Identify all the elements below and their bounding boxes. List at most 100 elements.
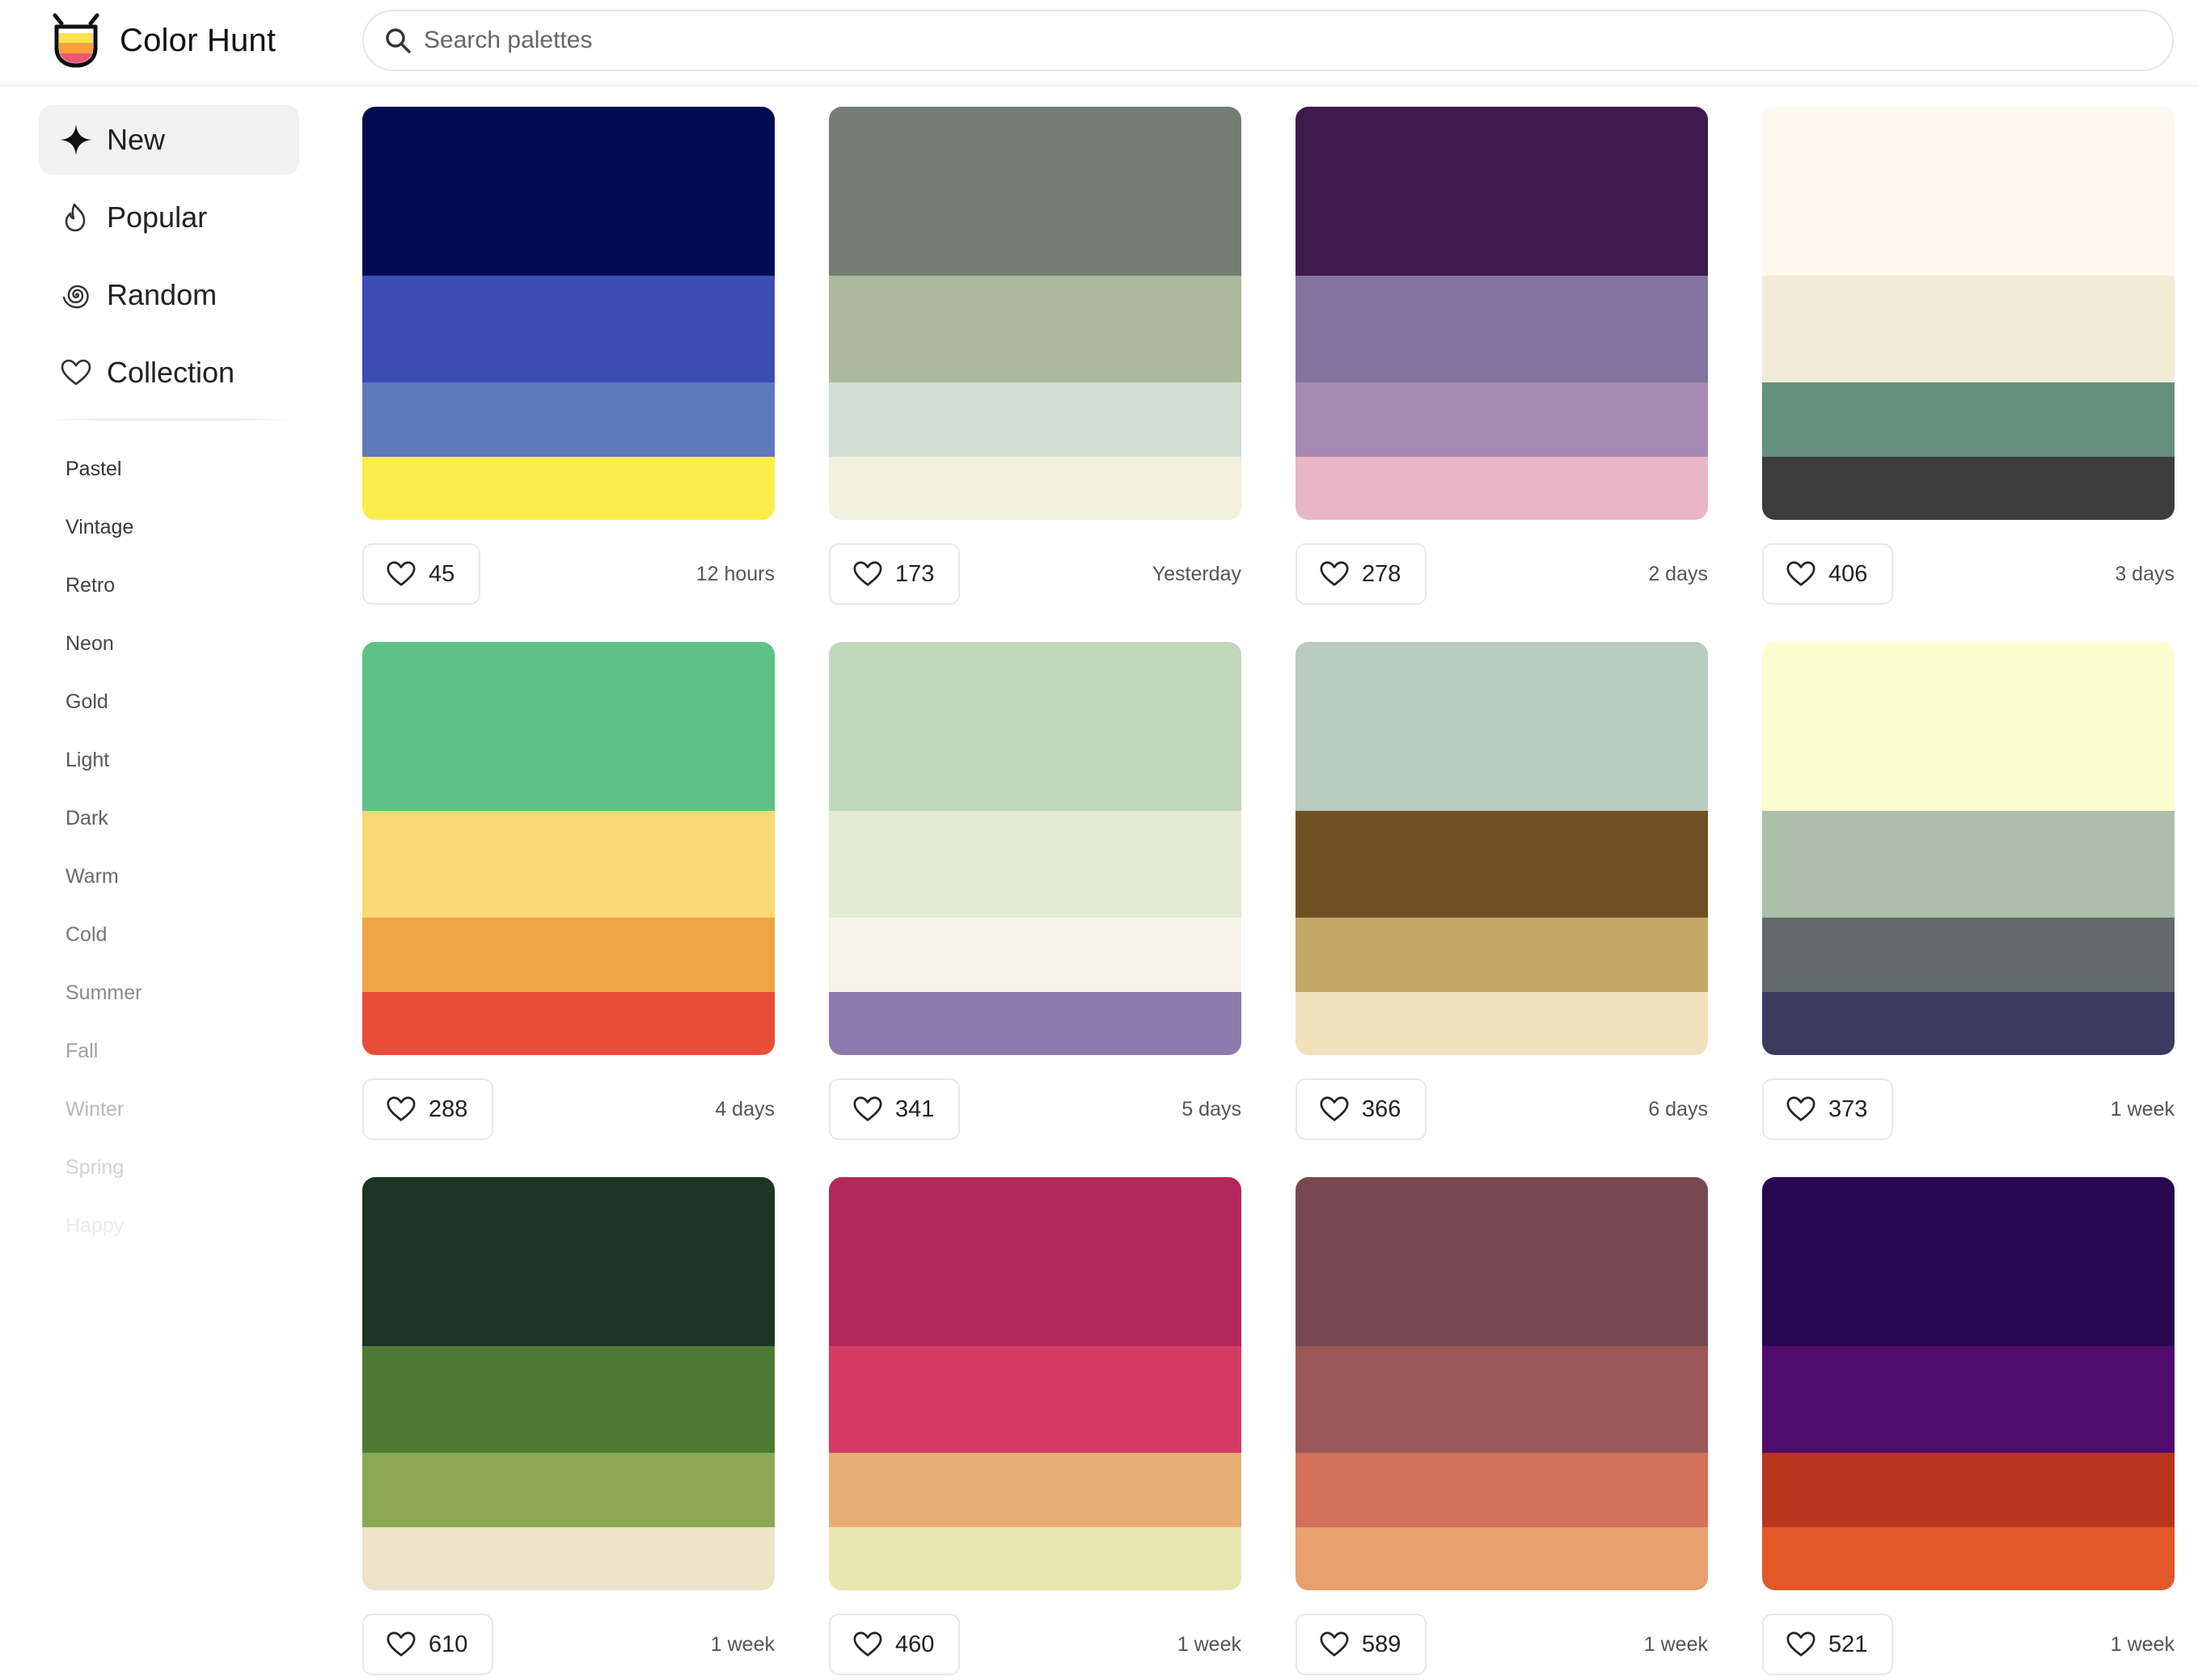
tag-happy[interactable]: Happy	[39, 1197, 299, 1255]
palette-swatches[interactable]	[1762, 107, 2175, 520]
palette-meta: 366 6 days	[1296, 1078, 1708, 1140]
palette-swatches[interactable]	[829, 107, 1241, 520]
color-swatch[interactable]	[1762, 1346, 2175, 1453]
tag-warm[interactable]: Warm	[39, 847, 299, 905]
color-swatch[interactable]	[829, 1453, 1241, 1527]
tag-pastel[interactable]: Pastel	[39, 440, 299, 498]
tag-cold[interactable]: Cold	[39, 905, 299, 964]
color-swatch[interactable]	[1762, 457, 2175, 520]
palette-swatches[interactable]	[829, 1177, 1241, 1590]
like-button[interactable]: 366	[1296, 1078, 1427, 1140]
color-swatch[interactable]	[362, 1346, 775, 1453]
palette-swatches[interactable]	[1296, 1177, 1708, 1590]
color-swatch[interactable]	[362, 107, 775, 276]
color-swatch[interactable]	[362, 811, 775, 918]
tag-vintage[interactable]: Vintage	[39, 498, 299, 556]
tag-winter[interactable]: Winter	[39, 1080, 299, 1138]
like-button[interactable]: 589	[1296, 1614, 1427, 1675]
color-swatch[interactable]	[1762, 1527, 2175, 1590]
color-swatch[interactable]	[829, 918, 1241, 992]
color-swatch[interactable]	[1296, 992, 1708, 1055]
tag-dark[interactable]: Dark	[39, 789, 299, 847]
tag-neon[interactable]: Neon	[39, 614, 299, 673]
color-swatch[interactable]	[1762, 918, 2175, 992]
tag-light[interactable]: Light	[39, 731, 299, 789]
color-swatch[interactable]	[362, 918, 775, 992]
like-button[interactable]: 288	[362, 1078, 494, 1140]
like-button[interactable]: 406	[1762, 543, 1894, 605]
search-input[interactable]	[424, 27, 2122, 54]
color-swatch[interactable]	[362, 382, 775, 457]
color-swatch[interactable]	[1762, 811, 2175, 918]
color-swatch[interactable]	[829, 1177, 1241, 1346]
palette-swatches[interactable]	[362, 1177, 775, 1590]
color-swatch[interactable]	[1296, 276, 1708, 382]
palette-swatches[interactable]	[1296, 642, 1708, 1055]
color-swatch[interactable]	[1762, 276, 2175, 382]
palette-swatches[interactable]	[1762, 642, 2175, 1055]
nav-item-collection[interactable]: Collection	[39, 338, 299, 407]
tag-spring[interactable]: Spring	[39, 1138, 299, 1197]
color-swatch[interactable]	[362, 1527, 775, 1590]
color-swatch[interactable]	[1296, 1177, 1708, 1346]
color-swatch[interactable]	[362, 642, 775, 811]
app-name: Color Hunt	[120, 22, 277, 58]
color-swatch[interactable]	[829, 382, 1241, 457]
color-swatch[interactable]	[829, 992, 1241, 1055]
logo[interactable]: Color Hunt	[50, 11, 276, 70]
color-swatch[interactable]	[362, 992, 775, 1055]
color-swatch[interactable]	[362, 1453, 775, 1527]
color-swatch[interactable]	[1762, 992, 2175, 1055]
search-bar[interactable]	[362, 10, 2174, 71]
palette-swatches[interactable]	[362, 642, 775, 1055]
tag-summer[interactable]: Summer	[39, 964, 299, 1022]
color-swatch[interactable]	[829, 1346, 1241, 1453]
tag-fall[interactable]: Fall	[39, 1022, 299, 1080]
palette-swatches[interactable]	[362, 107, 775, 520]
color-swatch[interactable]	[1296, 642, 1708, 811]
color-swatch[interactable]	[1762, 1177, 2175, 1346]
like-button[interactable]: 341	[829, 1078, 961, 1140]
like-button[interactable]: 173	[829, 543, 961, 605]
like-count: 521	[1828, 1631, 1868, 1657]
nav-item-new[interactable]: New	[39, 105, 299, 175]
color-swatch[interactable]	[362, 457, 775, 520]
like-button[interactable]: 278	[1296, 543, 1427, 605]
color-swatch[interactable]	[1296, 1453, 1708, 1527]
color-swatch[interactable]	[1296, 918, 1708, 992]
nav-item-popular[interactable]: Popular	[39, 183, 299, 252]
color-swatch[interactable]	[1762, 382, 2175, 457]
palette-meta: 610 1 week	[362, 1614, 775, 1675]
like-button[interactable]: 45	[362, 543, 481, 605]
color-swatch[interactable]	[362, 276, 775, 382]
color-swatch[interactable]	[829, 457, 1241, 520]
color-swatch[interactable]	[1762, 642, 2175, 811]
tag-gold[interactable]: Gold	[39, 673, 299, 731]
palette-card: 278 2 days	[1296, 107, 1708, 605]
color-swatch[interactable]	[1762, 107, 2175, 276]
palette-swatches[interactable]	[829, 642, 1241, 1055]
color-swatch[interactable]	[829, 107, 1241, 276]
color-swatch[interactable]	[1296, 457, 1708, 520]
color-swatch[interactable]	[1762, 1453, 2175, 1527]
color-swatch[interactable]	[362, 1177, 775, 1346]
like-button[interactable]: 460	[829, 1614, 961, 1675]
like-button[interactable]: 373	[1762, 1078, 1894, 1140]
color-swatch[interactable]	[829, 276, 1241, 382]
nav-item-random[interactable]: Random	[39, 260, 299, 330]
like-button[interactable]: 610	[362, 1614, 494, 1675]
like-button[interactable]: 521	[1762, 1614, 1894, 1675]
tag-retro[interactable]: Retro	[39, 556, 299, 614]
color-swatch[interactable]	[1296, 382, 1708, 457]
color-swatch[interactable]	[1296, 1527, 1708, 1590]
color-swatch[interactable]	[829, 811, 1241, 918]
color-swatch[interactable]	[829, 642, 1241, 811]
palette-swatches[interactable]	[1296, 107, 1708, 520]
like-count: 373	[1828, 1095, 1868, 1122]
color-swatch[interactable]	[1296, 107, 1708, 276]
heart-icon	[852, 558, 884, 590]
color-swatch[interactable]	[1296, 1346, 1708, 1453]
color-swatch[interactable]	[829, 1527, 1241, 1590]
color-swatch[interactable]	[1296, 811, 1708, 918]
palette-swatches[interactable]	[1762, 1177, 2175, 1590]
